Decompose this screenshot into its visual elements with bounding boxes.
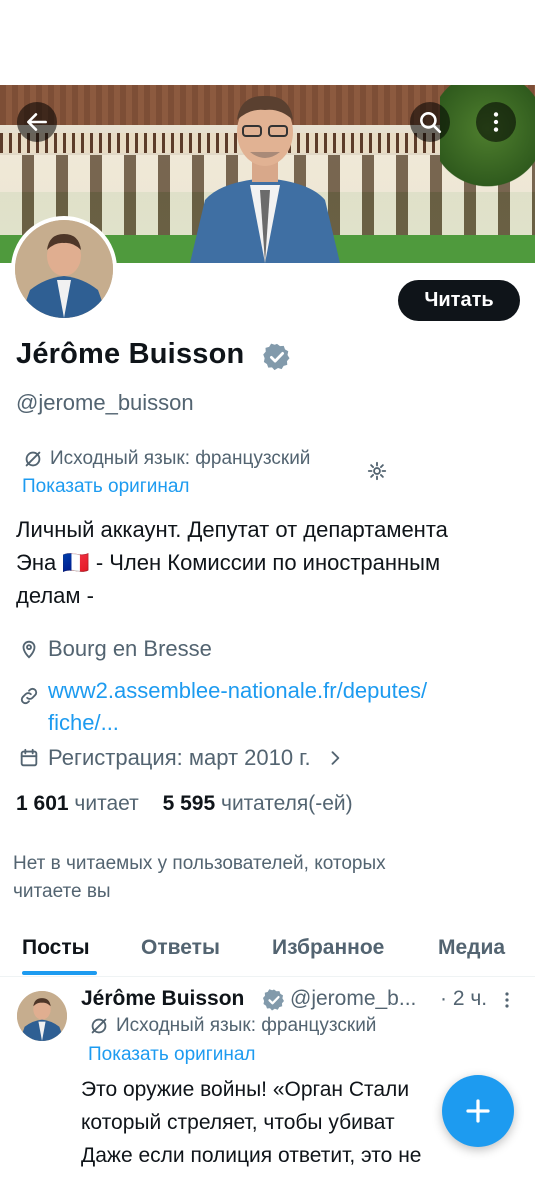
active-tab-indicator [22, 971, 97, 975]
following-stat[interactable]: 1 601 читает [16, 792, 145, 815]
tweet-translation-text: Исходный язык: французский [116, 1015, 377, 1036]
tweet-author-name[interactable]: Jérôme Buisson [81, 987, 244, 1011]
followers-stat[interactable]: 5 595 читателя(-ей) [163, 792, 353, 815]
tweet-more-icon[interactable] [500, 990, 514, 1015]
translate-off-icon [25, 451, 41, 467]
tweet-avatar[interactable] [17, 991, 67, 1041]
bio-line: Эна 🇫🇷 - Член Комиссии по иностранным [16, 550, 441, 575]
profile-website[interactable]: www2.assemblee-nationale.fr/deputes/ fic… [18, 675, 427, 739]
arrow-left-icon [27, 113, 47, 131]
back-button[interactable] [17, 102, 57, 142]
location-text: Bourg en Bresse [48, 636, 212, 661]
tweet-translation-note: Исходный язык: французский [88, 1015, 376, 1037]
tweet-author-handle: @jerome_b... [290, 987, 417, 1010]
search-button[interactable] [410, 102, 450, 142]
translation-note-text: Исходный язык: французский [50, 448, 311, 469]
profile-joined[interactable]: Регистрация: март 2010 г. [18, 745, 345, 771]
search-icon [420, 112, 442, 134]
plus-icon [466, 1099, 490, 1123]
following-count: 1 601 [16, 792, 69, 815]
profile-bio: Личный аккаунт. Депутат от департамента … [16, 513, 521, 612]
chevron-right-icon [331, 751, 339, 765]
translation-note: Исходный язык: французский [22, 448, 310, 470]
link-icon [20, 687, 38, 705]
followers-label: читателя(-ей) [221, 792, 353, 815]
tab-replies[interactable]: Ответы [141, 936, 220, 960]
profile-handle: @jerome_buisson [16, 390, 194, 415]
follow-button[interactable]: Читать [398, 280, 520, 321]
translate-off-icon [91, 1018, 107, 1034]
profile-location: Bourg en Bresse [18, 636, 212, 662]
more-button[interactable] [476, 102, 516, 142]
no-mutual-line: Нет в читаемых у пользователей, которых [13, 853, 386, 874]
compose-button[interactable] [442, 1075, 514, 1147]
profile-avatar[interactable] [11, 216, 117, 322]
verified-badge-icon [263, 989, 284, 1011]
tab-media[interactable]: Медиа [438, 936, 505, 960]
tweet-timestamp[interactable]: · 2 ч. [440, 987, 487, 1011]
more-vertical-icon [505, 992, 509, 1008]
tweet-show-original-link[interactable]: Показать оригинал [88, 1044, 255, 1066]
profile-stats: 1 601 читает 5 595 читателя(-ей) [16, 792, 353, 816]
no-mutual-line: читаете вы [13, 881, 111, 902]
tab-likes[interactable]: Избранное [272, 936, 384, 960]
followers-count: 5 595 [162, 792, 216, 815]
bio-line: Личный аккаунт. Депутат от департамента [16, 517, 448, 542]
website-link[interactable]: fiche/... [48, 707, 427, 739]
tweet-text-line: Даже если полиция ответит, это не [81, 1144, 422, 1167]
gear-icon[interactable] [366, 460, 388, 482]
more-vertical-icon [493, 112, 499, 132]
website-link[interactable]: www2.assemblee-nationale.fr/deputes/ [48, 675, 427, 707]
banner-person [190, 95, 340, 263]
avatar-portrait [15, 220, 113, 318]
location-pin-icon [22, 640, 36, 659]
show-original-link[interactable]: Показать оригинал [22, 476, 189, 498]
tab-posts[interactable]: Посты [22, 936, 90, 960]
no-mutual-followers: Нет в читаемых у пользователей, которых … [13, 850, 513, 906]
following-label: читает [74, 792, 139, 815]
joined-text: Регистрация: март 2010 г. [48, 745, 311, 770]
bio-line: делам - [16, 583, 94, 608]
calendar-icon [20, 748, 38, 767]
tweet-avatar-portrait [17, 991, 67, 1041]
verified-badge-icon [263, 343, 290, 371]
profile-tabs: Посты Ответы Избранное Медиа [0, 928, 535, 977]
profile-name: Jérôme Buisson [16, 338, 245, 370]
